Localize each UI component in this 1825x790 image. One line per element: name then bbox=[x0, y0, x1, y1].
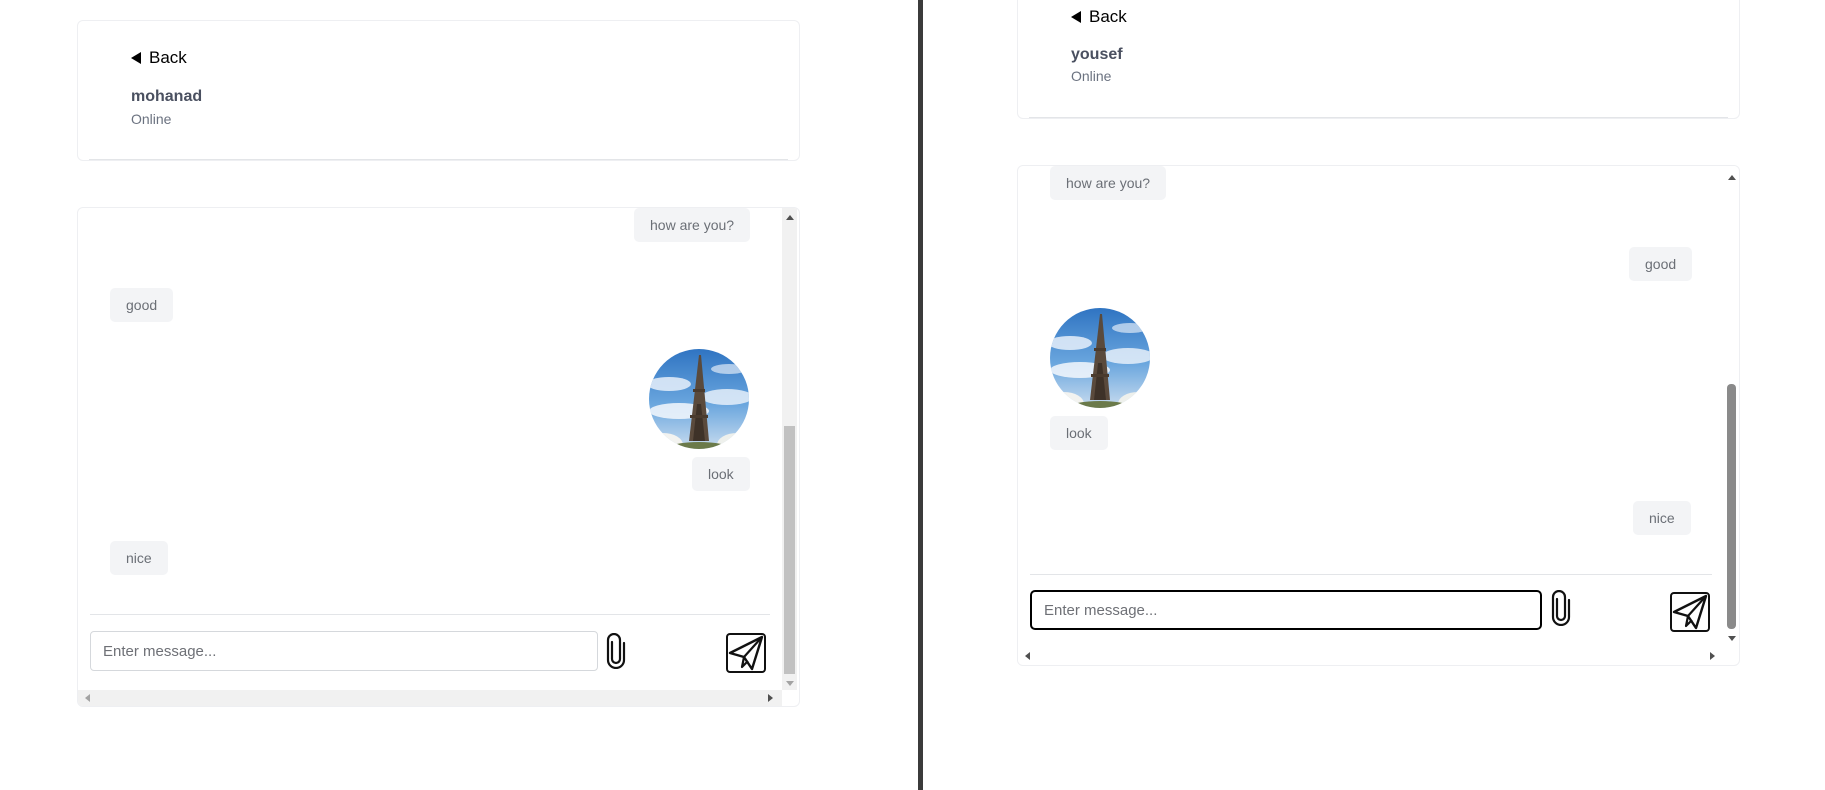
paper-plane-icon bbox=[726, 633, 766, 673]
contact-name: mohanad bbox=[131, 88, 203, 105]
message-bubble-sent: nice bbox=[1633, 501, 1691, 535]
horizontal-scrollbar[interactable] bbox=[1018, 648, 1724, 665]
message-input[interactable] bbox=[90, 631, 598, 671]
send-button[interactable] bbox=[1670, 592, 1710, 637]
composer-divider bbox=[90, 614, 770, 615]
vertical-scrollbar[interactable] bbox=[782, 208, 797, 690]
messages-card: how are you? good look nice Enter messag… bbox=[77, 207, 800, 707]
vertical-scroll-thumb[interactable] bbox=[1727, 384, 1736, 629]
scroll-down-arrow[interactable] bbox=[786, 681, 794, 686]
contact-status: Online bbox=[131, 111, 172, 127]
header-divider bbox=[89, 159, 788, 160]
send-button[interactable] bbox=[726, 633, 766, 678]
back-triangle-icon bbox=[1071, 11, 1081, 23]
horizontal-scrollbar[interactable] bbox=[78, 690, 782, 706]
chat-window-right: Back yousef Online how are you? good loo… bbox=[923, 0, 1825, 790]
back-button[interactable]: Back bbox=[131, 48, 187, 68]
message-input[interactable] bbox=[1030, 590, 1542, 630]
scroll-right-arrow[interactable] bbox=[768, 694, 773, 702]
vertical-scrollbar[interactable] bbox=[1724, 166, 1739, 648]
message-bubble-received: how are you? bbox=[1050, 166, 1167, 200]
back-triangle-icon bbox=[131, 52, 141, 64]
back-label: Back bbox=[149, 48, 187, 67]
back-label: Back bbox=[1089, 7, 1127, 26]
messages-card: how are you? good look nice Enter messag… bbox=[1017, 165, 1740, 666]
scroll-up-arrow[interactable] bbox=[786, 215, 794, 220]
back-button[interactable]: Back bbox=[1071, 7, 1127, 27]
message-bubble-sent: look bbox=[692, 457, 750, 491]
message-bubble-sent: how are you? bbox=[634, 208, 751, 242]
scroll-down-arrow[interactable] bbox=[1728, 636, 1736, 641]
paperclip-icon[interactable] bbox=[606, 632, 626, 674]
message-bubble-sent: good bbox=[1629, 247, 1693, 281]
chat-header-card: Back mohanad Online bbox=[77, 20, 800, 161]
contact-name: yousef bbox=[1071, 46, 1123, 63]
message-bubble-received: look bbox=[1050, 416, 1108, 450]
scroll-left-arrow[interactable] bbox=[1025, 652, 1030, 660]
message-bubble-received: nice bbox=[110, 541, 168, 575]
scroll-left-arrow[interactable] bbox=[85, 694, 90, 702]
contact-status: Online bbox=[1071, 68, 1112, 84]
header-divider bbox=[1029, 117, 1728, 118]
shared-image-eiffel-tower[interactable] bbox=[649, 349, 749, 449]
shared-image-eiffel-tower[interactable] bbox=[1050, 308, 1150, 408]
chat-window-left: Back mohanad Online how are you? good lo… bbox=[0, 0, 918, 790]
composer-divider bbox=[1030, 574, 1712, 575]
chat-header-card: Back yousef Online bbox=[1017, 0, 1740, 119]
scroll-right-arrow[interactable] bbox=[1710, 652, 1715, 660]
vertical-scroll-thumb[interactable] bbox=[784, 426, 795, 674]
scroll-up-arrow[interactable] bbox=[1728, 175, 1736, 180]
message-bubble-received: good bbox=[110, 288, 174, 322]
paper-plane-icon bbox=[1670, 592, 1710, 632]
paperclip-icon[interactable] bbox=[1551, 589, 1571, 631]
